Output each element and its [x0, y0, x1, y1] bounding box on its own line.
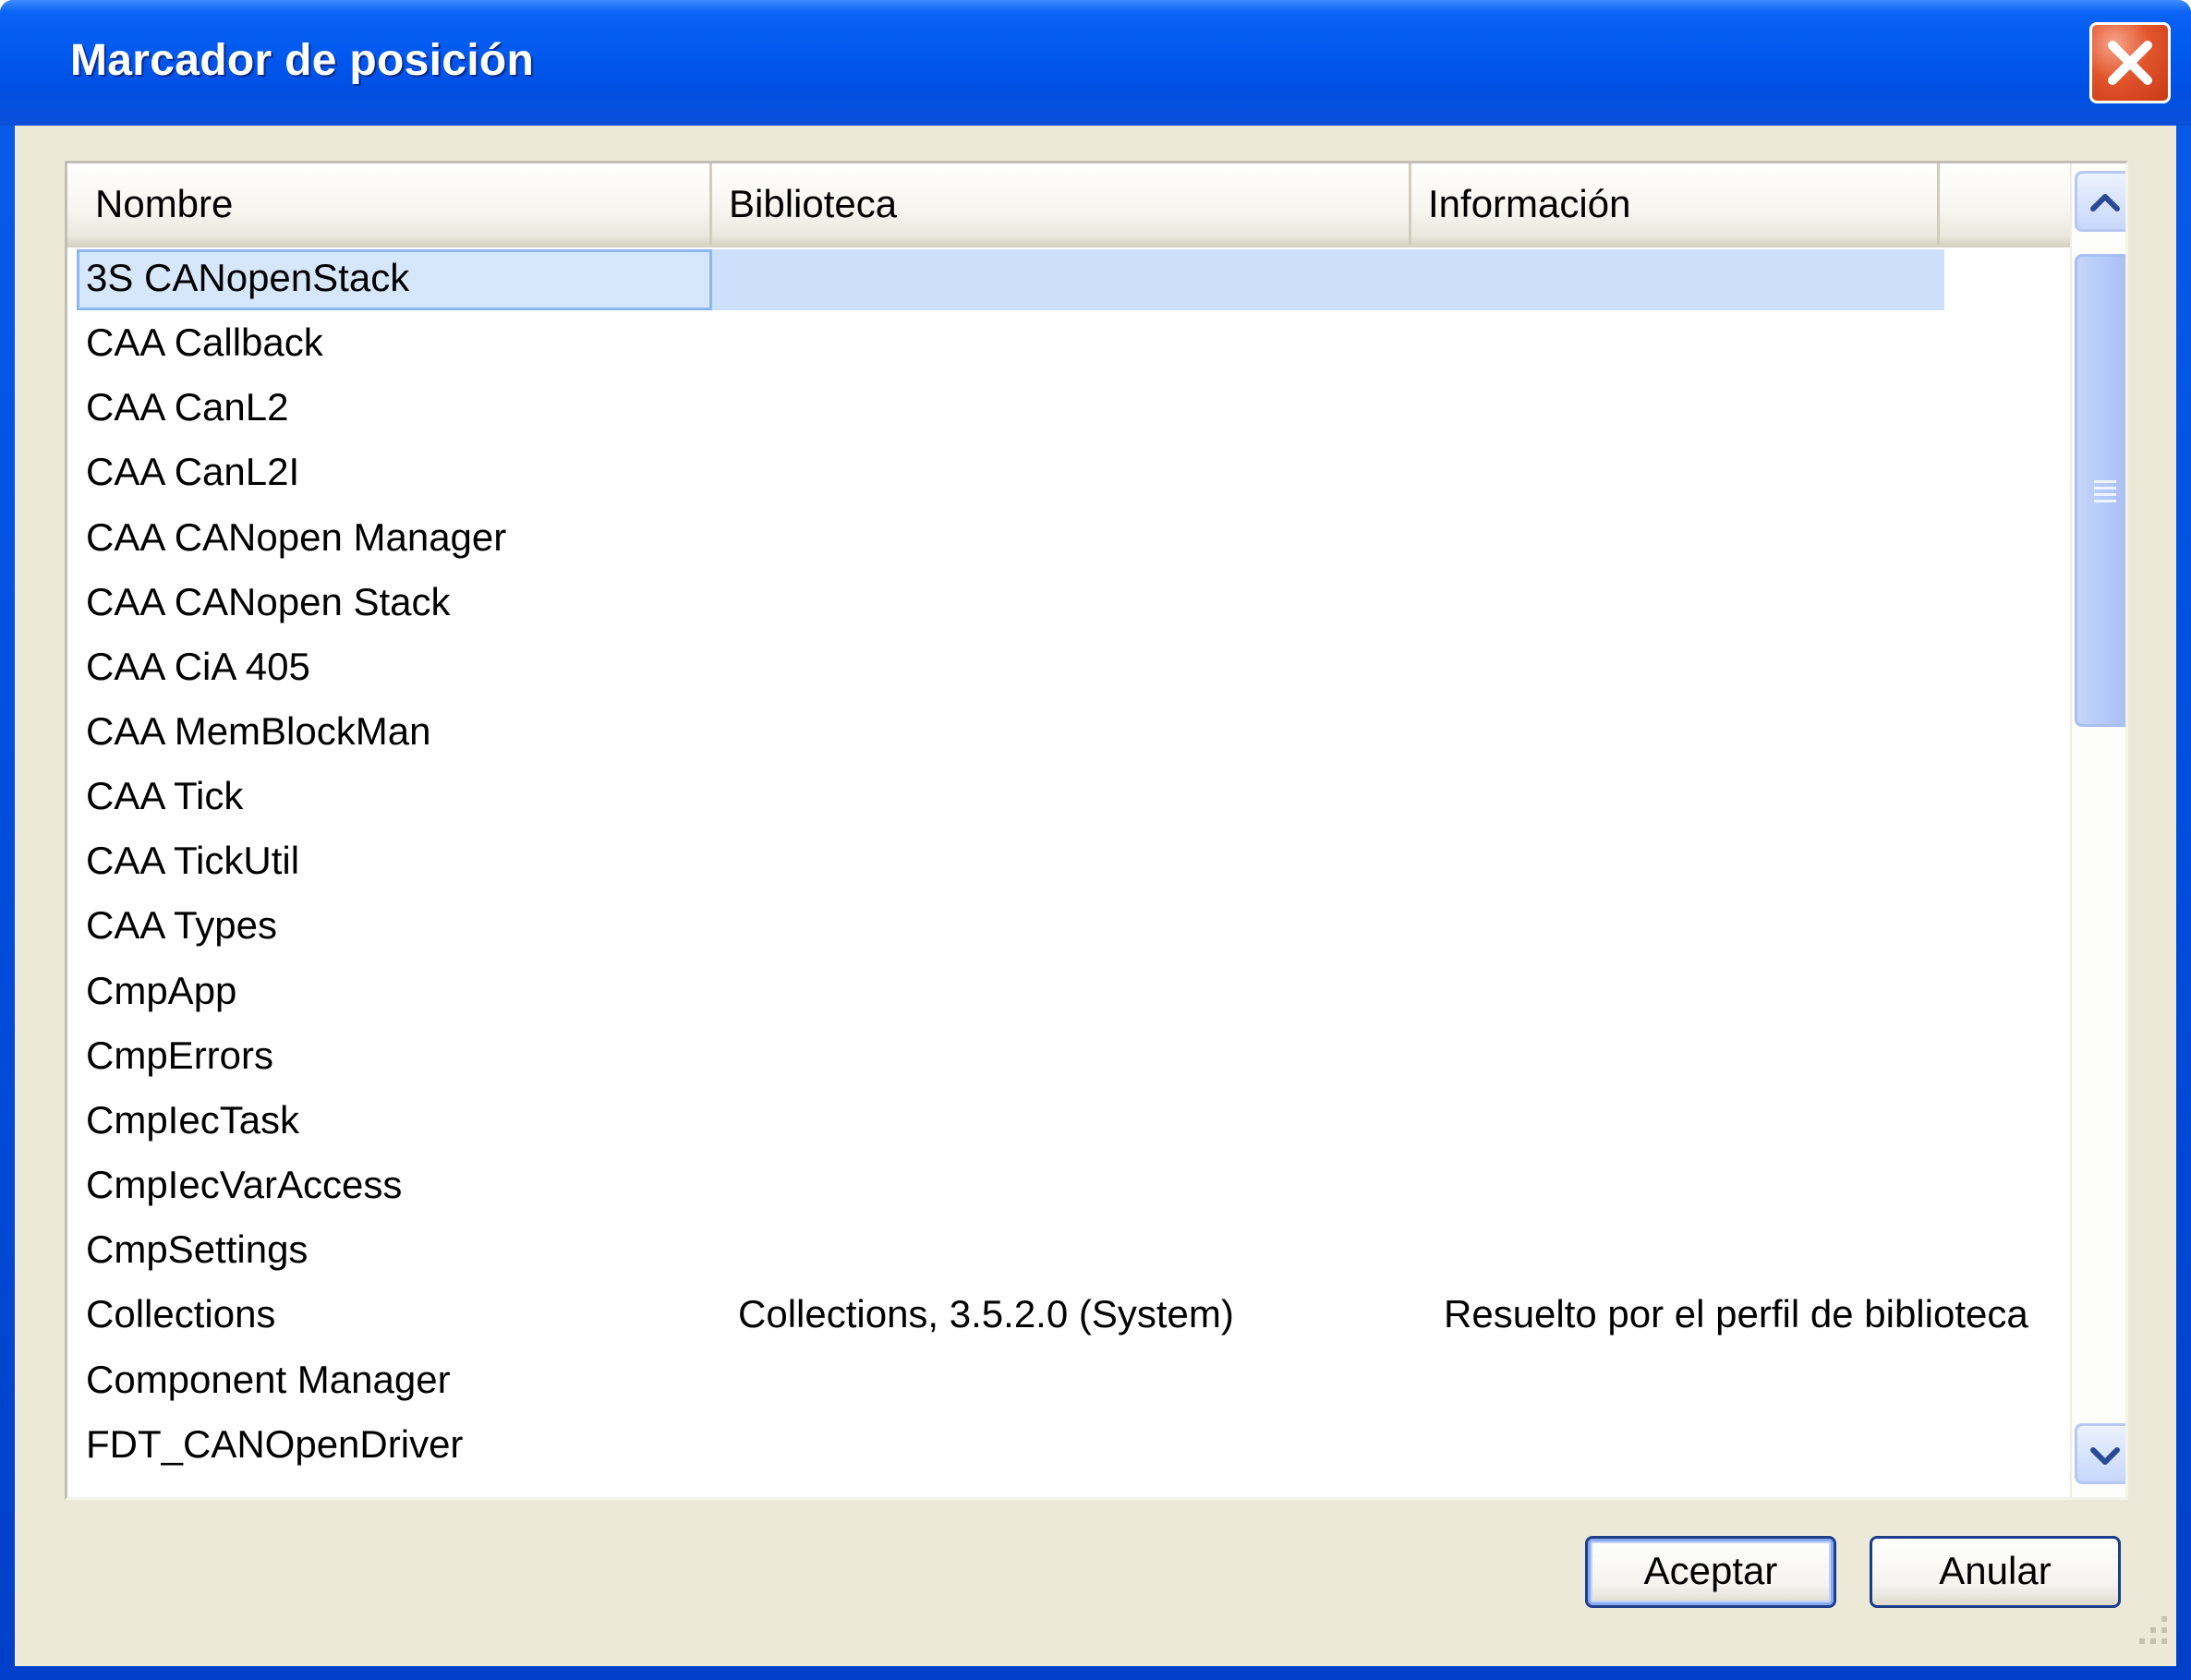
cancel-button[interactable]: Anular — [1870, 1536, 2121, 1608]
resize-grip-icon[interactable] — [2130, 1613, 2171, 1653]
close-button[interactable] — [2089, 22, 2171, 103]
column-header-library[interactable]: Biblioteca — [712, 163, 1411, 245]
cell-name: CmpApp — [86, 968, 237, 1012]
cell-name: CAA MemBlockMan — [86, 709, 431, 754]
scroll-up-button[interactable] — [2075, 171, 2125, 232]
cell-name: CAA CiA 405 — [86, 644, 310, 688]
table-row[interactable]: CAA CanL2I — [67, 441, 2070, 506]
scrollbar-grip-icon — [2094, 480, 2116, 502]
table-row[interactable]: Collections Collections, 3.5.2.0 (System)… — [67, 1284, 2070, 1348]
column-header-empty[interactable] — [1940, 163, 2070, 245]
cell-name: CmpIecTask — [86, 1097, 300, 1142]
column-header-info[interactable]: Información — [1411, 163, 1940, 245]
vertical-scrollbar[interactable] — [2070, 163, 2125, 1497]
table-row[interactable]: CmpIecTask — [67, 1090, 2070, 1154]
title-bar[interactable]: Marcador de posición — [0, 0, 2191, 126]
table-row[interactable]: CAA Types — [67, 895, 2070, 960]
placeholder-list[interactable]: Nombre Biblioteca Información 3S CANopen… — [65, 161, 2128, 1500]
cell-name: FDT_CANOpenDriver — [86, 1421, 464, 1466]
cell-name: CAA TickUtil — [86, 839, 300, 883]
ok-button[interactable]: Aceptar — [1585, 1536, 1836, 1608]
table-row[interactable]: CAA CANopen Manager — [67, 507, 2070, 572]
cell-name: CmpIecVarAccess — [86, 1163, 403, 1207]
cell-name: Component Manager — [86, 1357, 451, 1401]
table-row[interactable]: CAA CanL2 — [67, 377, 2070, 441]
column-header-name[interactable]: Nombre — [67, 163, 712, 245]
scrollbar-thumb[interactable] — [2075, 254, 2125, 727]
dialog-window: Marcador de posición Nombre Biblioteca I… — [0, 0, 2191, 1680]
cell-name: CAA CANopen Stack — [86, 579, 451, 623]
cell-name: CAA Types — [86, 903, 278, 948]
table-row[interactable]: FDT_CANOpenDriver — [67, 1414, 2070, 1479]
cell-name: CAA CANopen Manager — [86, 514, 507, 559]
dialog-title: Marcador de posición — [70, 36, 535, 85]
close-icon — [2108, 41, 2152, 85]
table-row[interactable]: CAA MemBlockMan — [67, 701, 2070, 766]
cell-name: CAA Callback — [86, 320, 323, 365]
table-row[interactable]: CAA Tick — [67, 766, 2070, 830]
cell-name: Collections — [86, 1292, 276, 1336]
dialog-client-area: Nombre Biblioteca Información 3S CANopen… — [15, 126, 2176, 1666]
chevron-up-icon — [2090, 194, 2120, 212]
table-row[interactable]: CmpSettings — [67, 1219, 2070, 1284]
cell-name: CAA Tick — [86, 774, 244, 818]
table-row[interactable]: CmpIecVarAccess — [67, 1154, 2070, 1219]
table-row[interactable]: CAA CANopen Stack — [67, 572, 2070, 636]
table-row[interactable]: CAA TickUtil — [67, 830, 2070, 895]
scroll-down-button[interactable] — [2075, 1423, 2125, 1484]
cell-library: Collections, 3.5.2.0 (System) — [738, 1292, 1234, 1336]
cell-name: CAA CanL2I — [86, 450, 300, 494]
cell-name: CAA CanL2 — [86, 385, 289, 429]
cell-name: CmpSettings — [86, 1227, 309, 1272]
cell-name: 3S CANopenStack — [86, 256, 410, 299]
cell-name: CmpErrors — [86, 1033, 274, 1077]
table-row[interactable]: Component Manager — [67, 1349, 2070, 1414]
table-row[interactable]: CmpApp — [67, 961, 2070, 1025]
list-header: Nombre Biblioteca Información — [67, 163, 2070, 248]
table-row[interactable]: 3S CANopenStack — [67, 248, 2070, 312]
table-row[interactable]: CAA Callback — [67, 312, 2070, 377]
cell-info: Resuelto por el perfil de biblioteca — [1444, 1292, 2028, 1336]
table-row[interactable]: CAA CiA 405 — [67, 636, 2070, 701]
chevron-down-icon — [2090, 1447, 2120, 1465]
table-row[interactable]: CmpErrors — [67, 1025, 2070, 1090]
